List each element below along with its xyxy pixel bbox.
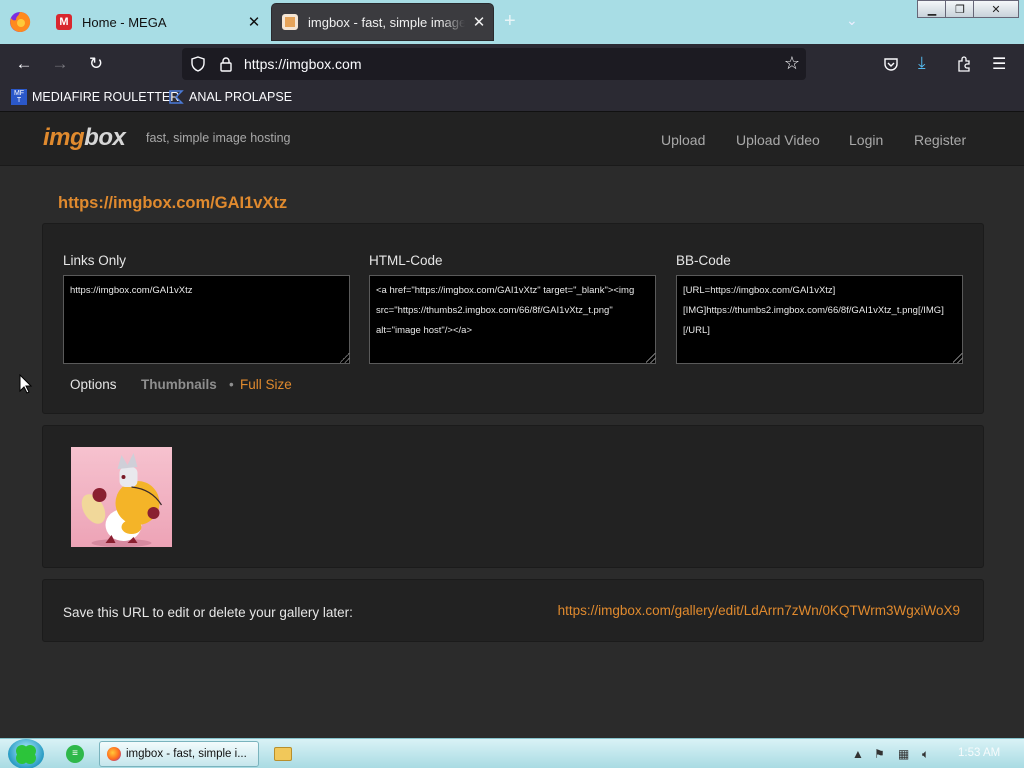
extensions-icon[interactable] bbox=[956, 56, 972, 72]
bookmarks-toolbar: MF T MEDIAFIRE ROULETTER ANAL PROLAPSE bbox=[0, 84, 1024, 112]
reload-icon[interactable]: ↻ bbox=[86, 54, 106, 74]
tray-expand-icon[interactable]: ▲ bbox=[852, 747, 864, 761]
nav-upload[interactable]: Upload bbox=[661, 132, 705, 148]
taskbar-clock[interactable]: 1:53 AM bbox=[958, 747, 1000, 759]
taskbar-item-label: imgbox - fast, simple i... bbox=[126, 748, 247, 760]
chat-app-icon[interactable]: ≡ bbox=[66, 745, 84, 763]
thumbnails-option[interactable]: Thumbnails bbox=[141, 377, 217, 392]
lock-icon[interactable] bbox=[218, 56, 234, 72]
maximize-icon[interactable]: ❐ bbox=[945, 0, 975, 18]
links-only-label: Links Only bbox=[63, 253, 127, 268]
chevron-down-icon[interactable]: ⌄ bbox=[846, 12, 858, 29]
firefox-icon[interactable] bbox=[8, 10, 32, 34]
mouse-cursor-icon bbox=[19, 374, 33, 394]
network-icon[interactable]: ▦ bbox=[898, 747, 909, 761]
bookmark-mediafire[interactable]: MF T MEDIAFIRE ROULETTER bbox=[11, 89, 179, 105]
bookmark-page-icon bbox=[169, 90, 184, 104]
gallery-edit-panel: Save this URL to edit or delete your gal… bbox=[42, 579, 984, 642]
navigation-toolbar: ← → ↻ https://imgbox.com ☆ ⤓ ☰ bbox=[0, 44, 1024, 84]
shield-icon[interactable] bbox=[190, 56, 206, 72]
character-illustration bbox=[81, 453, 163, 547]
links-only-textarea[interactable]: https://imgbox.com/GAI1vXtz bbox=[63, 275, 350, 364]
imgbox-logo[interactable]: imgbox bbox=[43, 124, 126, 152]
image-url-heading[interactable]: https://imgbox.com/GAI1vXtz bbox=[58, 194, 287, 213]
bb-code-textarea[interactable]: [URL=https://imgbox.com/GAI1vXtz][IMG]ht… bbox=[676, 275, 963, 364]
uploaded-image-thumbnail[interactable] bbox=[71, 447, 172, 547]
back-icon[interactable]: ← bbox=[14, 54, 34, 74]
tab-mega[interactable]: M Home - MEGA ✕ bbox=[46, 4, 268, 40]
mediafire-icon: MF T bbox=[11, 89, 27, 105]
hamburger-menu-icon[interactable]: ☰ bbox=[992, 54, 1006, 74]
close-icon[interactable]: ✕ bbox=[465, 13, 493, 31]
html-code-label: HTML-Code bbox=[369, 253, 443, 268]
options-label: Options bbox=[70, 377, 117, 392]
logo-part-box: box bbox=[84, 124, 126, 151]
resize-grip-icon[interactable] bbox=[953, 353, 963, 363]
gallery-edit-link[interactable]: https://imgbox.com/gallery/edit/LdArrn7z… bbox=[558, 603, 960, 618]
nav-login[interactable]: Login bbox=[849, 132, 883, 148]
tab-label: imgbox - fast, simple image hosting bbox=[308, 14, 465, 30]
close-window-icon[interactable]: ✕ bbox=[973, 0, 1019, 18]
address-bar[interactable]: https://imgbox.com ☆ bbox=[182, 48, 806, 80]
minimize-icon[interactable]: ▁ bbox=[917, 0, 947, 18]
full-size-option[interactable]: Full Size bbox=[240, 377, 292, 392]
save-url-notice: Save this URL to edit or delete your gal… bbox=[63, 605, 353, 620]
close-icon[interactable]: ✕ bbox=[240, 13, 268, 31]
download-icon[interactable]: ⤓ bbox=[918, 53, 926, 73]
pocket-icon[interactable] bbox=[883, 56, 899, 72]
resize-grip-icon[interactable] bbox=[340, 353, 350, 363]
site-header: imgbox fast, simple image hosting Upload… bbox=[0, 112, 1024, 166]
action-center-icon[interactable]: ⚑ bbox=[874, 747, 885, 761]
firefox-icon bbox=[107, 747, 121, 761]
site-tagline: fast, simple image hosting bbox=[146, 131, 291, 145]
resize-grip-icon[interactable] bbox=[646, 353, 656, 363]
bb-code-label: BB-Code bbox=[676, 253, 731, 268]
tab-label: Home - MEGA bbox=[82, 14, 167, 30]
code-panel: Links Only https://imgbox.com/GAI1vXtz H… bbox=[42, 223, 984, 414]
tab-imgbox[interactable]: imgbox - fast, simple image hosting ✕ bbox=[272, 4, 493, 40]
bookmark-anal-prolapse[interactable]: ANAL PROLAPSE bbox=[168, 89, 292, 105]
folder-icon[interactable] bbox=[274, 747, 292, 761]
clover-icon bbox=[16, 745, 36, 764]
new-tab-icon[interactable]: + bbox=[504, 10, 516, 33]
start-button[interactable] bbox=[8, 739, 44, 768]
volume-icon[interactable]: 🔈︎ bbox=[922, 747, 929, 762]
taskbar: ≡ imgbox - fast, simple i... ▲ ⚑ ▦ 🔈︎ 1:… bbox=[0, 738, 1024, 768]
imgbox-favicon-icon bbox=[282, 14, 298, 30]
bookmark-label: MEDIAFIRE ROULETTER bbox=[32, 90, 180, 104]
nav-register[interactable]: Register bbox=[914, 132, 966, 148]
options-separator: • bbox=[229, 377, 234, 392]
bookmark-star-icon[interactable]: ☆ bbox=[784, 53, 800, 74]
taskbar-firefox-item[interactable]: imgbox - fast, simple i... bbox=[99, 741, 259, 767]
html-code-textarea[interactable]: <a href="https://imgbox.com/GAI1vXtz" ta… bbox=[369, 275, 656, 364]
mega-icon: M bbox=[56, 14, 72, 30]
forward-icon[interactable]: → bbox=[50, 54, 70, 74]
url-text: https://imgbox.com bbox=[244, 56, 362, 72]
nav-upload-video[interactable]: Upload Video bbox=[736, 132, 820, 148]
thumbnail-panel bbox=[42, 425, 984, 568]
logo-part-img: img bbox=[43, 124, 85, 151]
tab-strip: M Home - MEGA ✕ imgbox - fast, simple im… bbox=[0, 0, 1024, 44]
bookmark-label: ANAL PROLAPSE bbox=[189, 90, 293, 104]
